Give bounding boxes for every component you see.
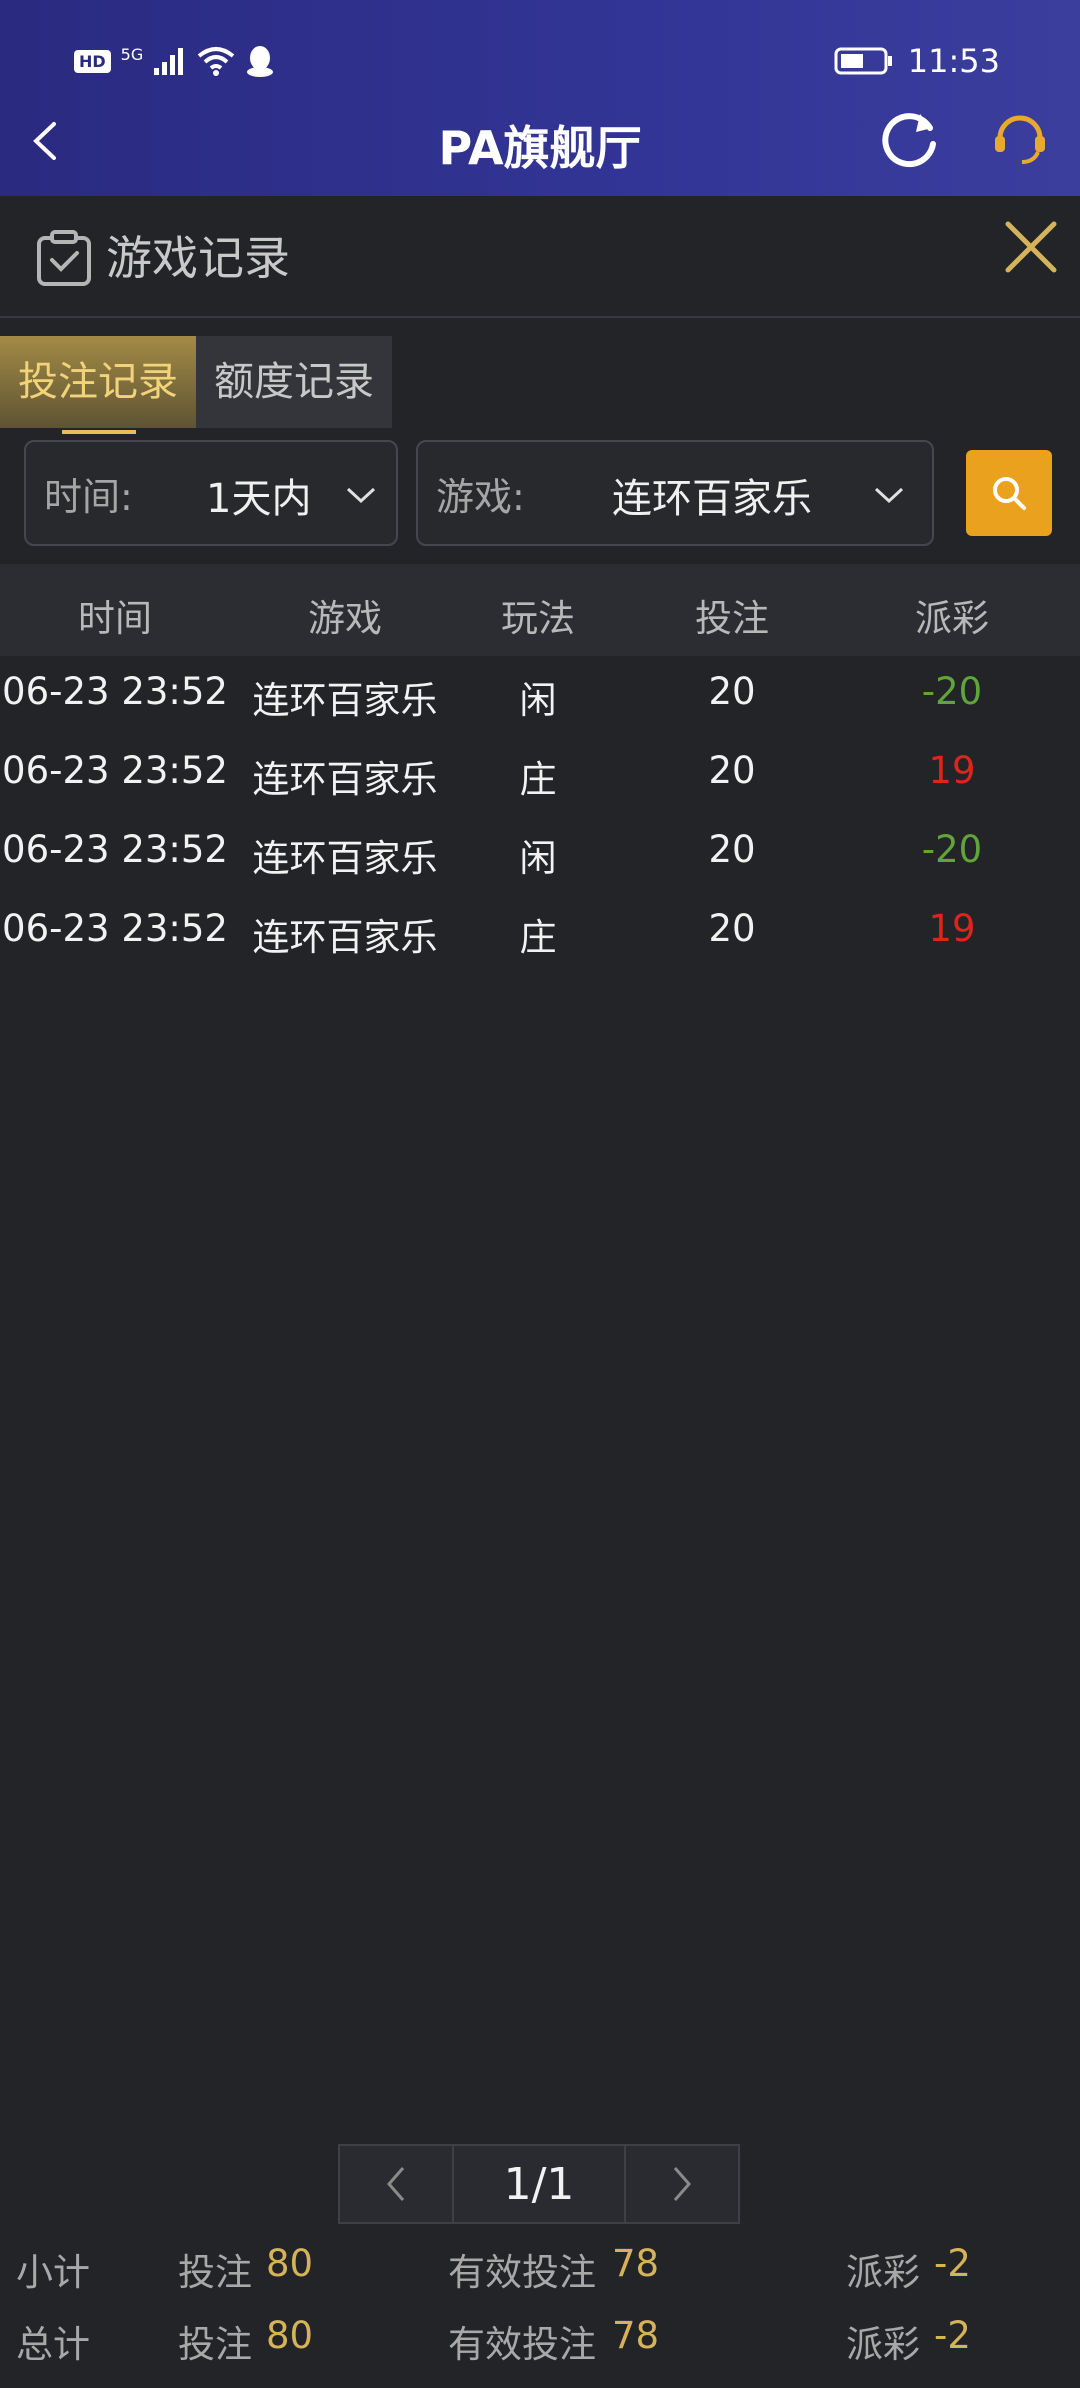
subtotal-payout-value: -2 <box>934 2242 971 2285</box>
subtotal-bet-label: 投注 <box>178 2251 252 2294</box>
row-payout: -20 <box>921 828 983 871</box>
row-bet: 20 <box>708 907 756 950</box>
prev-page-button[interactable] <box>338 2144 454 2224</box>
total-valid-value: 78 <box>612 2314 660 2357</box>
hd-badge: HD <box>74 49 111 73</box>
time-filter-label: 时间: <box>44 475 133 519</box>
game-filter-value: 连环百家乐 <box>612 476 812 522</box>
wifi-icon <box>197 47 235 76</box>
row-bet: 20 <box>708 670 756 713</box>
total-payout-label: 派彩 <box>846 2323 920 2366</box>
game-filter-label: 游戏: <box>436 475 525 519</box>
network-label: 5G <box>120 44 144 64</box>
subtotal-valid-value: 78 <box>612 2242 660 2285</box>
row-time: 06-23 23:52 <box>2 670 228 713</box>
table-row: 06-23 23:52 连环百家乐 闲 20 -20 <box>0 656 1080 735</box>
chevron-down-icon <box>346 487 376 504</box>
subtotal-payout-label: 派彩 <box>846 2251 920 2294</box>
column-header-game: 游戏 <box>308 597 382 640</box>
total-bet-value: 80 <box>266 2314 314 2357</box>
row-game: 连环百家乐 <box>252 837 438 880</box>
row-payout: 19 <box>928 749 976 792</box>
row-payout: -20 <box>921 670 983 713</box>
game-filter-select[interactable]: 游戏: 连环百家乐 <box>416 440 934 546</box>
row-game: 连环百家乐 <box>252 758 438 801</box>
row-play: 庄 <box>519 758 557 801</box>
column-header-time: 时间 <box>78 597 152 640</box>
subtotal-bet-value: 80 <box>266 2242 314 2285</box>
column-header-bet: 投注 <box>695 597 769 640</box>
pagination: 1/1 <box>338 2144 740 2224</box>
table-header: 时间 游戏 玩法 投注 派彩 <box>0 564 1080 656</box>
next-page-button[interactable] <box>624 2144 740 2224</box>
total-label: 总计 <box>16 2323 90 2366</box>
search-icon <box>993 477 1026 510</box>
section-title: 游戏记录 <box>106 231 290 285</box>
column-header-payout: 派彩 <box>915 597 989 640</box>
search-button[interactable] <box>966 450 1052 536</box>
row-payout: 19 <box>928 907 976 950</box>
close-icon[interactable] <box>1002 218 1060 276</box>
subtotal-valid-label: 有效投注 <box>448 2251 596 2294</box>
row-bet: 20 <box>708 828 756 871</box>
qq-icon <box>247 46 274 77</box>
total-payout-value: -2 <box>934 2314 971 2357</box>
table-row: 06-23 23:52 连环百家乐 庄 20 19 <box>0 893 1080 972</box>
row-play: 闲 <box>519 679 557 722</box>
refresh-icon[interactable] <box>878 106 942 170</box>
table-row: 06-23 23:52 连环百家乐 庄 20 19 <box>0 735 1080 814</box>
subtotal-label: 小计 <box>16 2251 90 2294</box>
row-play: 闲 <box>519 837 557 880</box>
battery-icon <box>834 47 892 75</box>
table-row: 06-23 23:52 连环百家乐 闲 20 -20 <box>0 814 1080 893</box>
row-game: 连环百家乐 <box>252 679 438 722</box>
record-tabs: 投注记录 额度记录 <box>0 336 392 434</box>
column-header-play: 玩法 <box>501 597 575 640</box>
total-valid-label: 有效投注 <box>448 2323 596 2366</box>
nav-bar: PA旗舰厅 <box>0 100 1080 180</box>
filter-bar: 时间: 1天内 游戏: 连环百家乐 <box>0 440 1080 546</box>
row-play: 庄 <box>519 916 557 959</box>
row-bet: 20 <box>708 749 756 792</box>
row-time: 06-23 23:52 <box>2 749 228 792</box>
time-filter-select[interactable]: 时间: 1天内 <box>24 440 398 546</box>
subtotal-row: 小计 投注 80 有效投注 78 派彩 -2 <box>0 2232 1080 2298</box>
total-bet-label: 投注 <box>178 2323 252 2366</box>
row-game: 连环百家乐 <box>252 916 438 959</box>
signal-icon <box>154 48 184 75</box>
row-time: 06-23 23:52 <box>2 907 228 950</box>
status-time: 11:53 <box>907 42 1000 80</box>
tab-bet-records[interactable]: 投注记录 <box>0 336 196 434</box>
row-time: 06-23 23:52 <box>2 828 228 871</box>
total-row: 总计 投注 80 有效投注 78 派彩 -2 <box>0 2304 1080 2370</box>
top-app-bar: HD 5G 11:53 PA旗舰厅 <box>0 0 1080 196</box>
page-indicator: 1/1 <box>454 2144 624 2224</box>
section-header: 游戏记录 <box>0 196 1080 318</box>
clipboard-check-icon <box>37 230 91 286</box>
chevron-down-icon <box>874 487 904 504</box>
status-bar: HD 5G 11:53 <box>0 34 1080 94</box>
tab-credit-records[interactable]: 额度记录 <box>196 336 392 428</box>
chevron-left-icon <box>387 2167 405 2201</box>
time-filter-value: 1天内 <box>206 476 312 522</box>
chevron-right-icon <box>673 2167 691 2201</box>
customer-service-icon[interactable] <box>990 108 1050 168</box>
